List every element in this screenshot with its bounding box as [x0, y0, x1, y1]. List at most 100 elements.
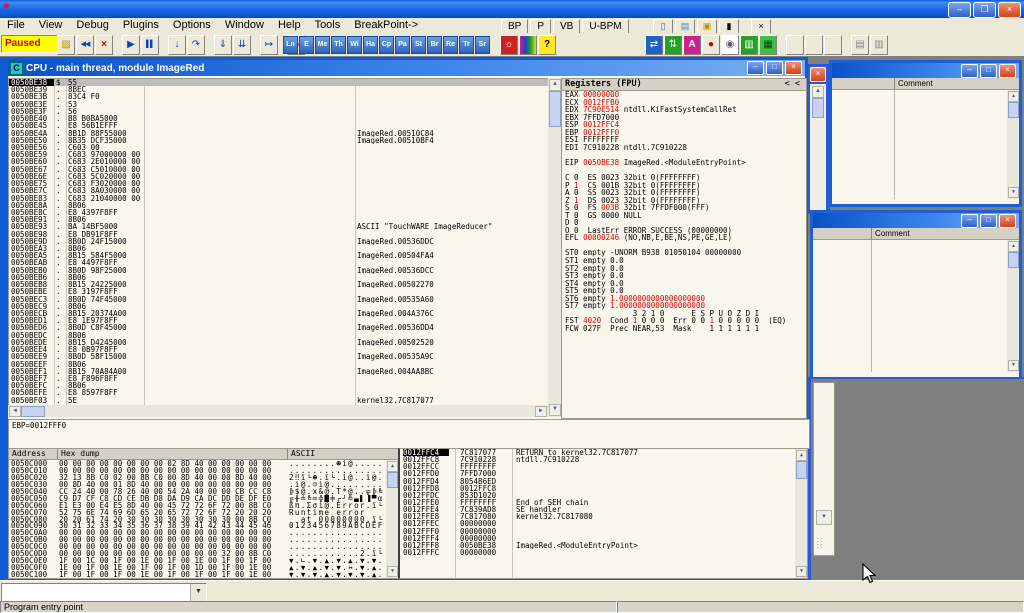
view-button-me[interactable]: Me [315, 36, 330, 54]
disasm-row[interactable]: 0050BEDC.8B06MOV EAX,DWORD PTR DS:[ESI] [9, 332, 549, 339]
disasm-row[interactable]: 0050BE45.E8 56B1EFFFCALL ImageRed.00406F… [9, 122, 549, 129]
swap-icon[interactable]: ⇄ [645, 35, 663, 55]
hex-dump-pane[interactable]: Address Hex dump ASCII 0050C00000 00 00 … [8, 448, 399, 579]
disasm-row[interactable]: 0050BE40.B8 B0BA5000MOV EAX,ImageRed.005… [9, 115, 549, 122]
minimize-icon[interactable]: – [747, 61, 764, 75]
stack-pane[interactable]: 0012FFC47C817077RETURN to kernel32.7C817… [398, 448, 808, 579]
terminal-icon[interactable]: ▮ [719, 19, 739, 34]
disasm-row[interactable]: 0050BE83.C683 21040000 00MOV BYTE PTR DS… [9, 195, 549, 202]
dump-row[interactable]: 0050C0E01F 00 1C 00 1F 00 1E 00 1F 00 1E… [9, 557, 398, 564]
disassembly-vscrollbar[interactable]: ▲ ▼ [548, 78, 561, 417]
disasm-row[interactable]: 0050BEB0.8B0D 98F25000MOV ECX,DWORD PTR … [9, 267, 549, 274]
view-button-re[interactable]: Re [443, 36, 458, 54]
combo-dropdown-icon[interactable]: ▼ [190, 584, 206, 601]
menu-item-file[interactable]: File [0, 18, 32, 33]
disasm-row[interactable]: 0050BE39.8BECMOV EBP,ESP [9, 86, 549, 93]
pause-icon[interactable]: ▌▌ [141, 35, 159, 55]
folder-icon[interactable]: ▣ [697, 19, 717, 34]
maximize-icon[interactable]: □ [980, 214, 997, 228]
disasm-row[interactable]: 0050BE3F.56PUSH ESI [9, 108, 549, 115]
disasm-row[interactable]: 0050BEFE.E8 8597F8FFCALL ImageRed.004956… [9, 389, 549, 396]
hit-trace-icon[interactable]: ▥ [740, 35, 758, 55]
disasm-row[interactable]: 0050BE3B.83C4 F0ADD ESP,-10 [9, 93, 549, 100]
view-button-cp[interactable]: Cp [379, 36, 394, 54]
view-button-tr[interactable]: Tr [459, 36, 474, 54]
dump-row[interactable]: 0050C09030 31 32 33 34 35 36 37 38 39 41… [9, 522, 398, 529]
dump-row[interactable]: 0050C050C9 D7 CF C8 CD CE DB D8 DA D9 CA… [9, 495, 398, 502]
help-icon[interactable]: ? [538, 35, 556, 55]
scroll-down-icon[interactable]: ▼ [816, 510, 832, 525]
stack-row[interactable]: 0012FFCCFFFFFFFF [400, 463, 807, 470]
menu-item-debug[interactable]: Debug [69, 18, 115, 33]
scroll-up-icon[interactable]: ▲ [387, 461, 398, 472]
scroll-thumb[interactable] [387, 472, 398, 488]
scrollbar[interactable]: ▲ [810, 84, 826, 210]
view-button-wi[interactable]: Wi [347, 36, 362, 54]
stack-row[interactable]: 0012FFF80050BE38ImageRed.<ModuleEntryPoi… [400, 542, 807, 549]
menu-item-options[interactable]: Options [166, 18, 218, 33]
mdi-close-icon[interactable]: × [751, 19, 771, 34]
disasm-row[interactable]: 0050BED6.8B0D C8F45000MOV ECX,DWORD PTR … [9, 324, 549, 331]
stack-row[interactable]: 0012FFE47C839AD8SE handler [400, 506, 807, 513]
cpu-window-titlebar[interactable]: C CPU - main thread, module ImageRed – □… [8, 60, 805, 76]
menu-item-view[interactable]: View [32, 18, 70, 33]
column-header[interactable]: Comment [813, 228, 1019, 240]
scroll-down-icon[interactable]: ▼ [387, 566, 398, 577]
disasm-row[interactable]: 0050BE7C.C683 8A030000 00MOV BYTE PTR DS… [9, 187, 549, 194]
disasm-row[interactable]: 0050BEF7.E8 F896F8FFCALL ImageRed.004955… [9, 375, 549, 382]
stack-row[interactable]: 0012FFD07FFD7000 [400, 470, 807, 477]
command-input[interactable] [2, 584, 4, 601]
disasm-row[interactable]: 0050BE98.E8 DB91F8FFCALL ImageRed.004950… [9, 231, 549, 238]
menu-item-plugins[interactable]: Plugins [116, 18, 166, 33]
disasm-row[interactable]: 0050BEB6.8B06MOV EAX,DWORD PTR DS:[ESI] [9, 274, 549, 281]
menu-button-p[interactable]: P [530, 19, 551, 34]
updown-icon[interactable]: ⇅ [664, 35, 682, 55]
disassembly-pane[interactable]: 0050BE38$55PUSH EBP0050BE39.8BECMOV EBP,… [8, 78, 550, 407]
disassembly-hscrollbar[interactable]: ◄ ► [8, 405, 548, 417]
disasm-row[interactable]: 0050BEAB.E8 4497F8FFCALL ImageRed.004955… [9, 259, 549, 266]
breakpoint-icon[interactable]: ● [702, 35, 720, 55]
blank3-icon[interactable] [824, 35, 842, 55]
scroll-down-icon[interactable]: ▼ [549, 404, 561, 416]
till-return-icon[interactable]: ↦ [260, 35, 278, 55]
layout2-icon[interactable]: ▥ [870, 35, 888, 55]
scroll-thumb[interactable] [812, 98, 824, 118]
view-button-ha[interactable]: Ha [363, 36, 378, 54]
stack-row[interactable]: 0012FFE87C817080kernel32.7C817080 [400, 513, 807, 520]
register-line[interactable]: FCW 027F Prec NEAR,53 Mask 1 1 1 1 1 1 [562, 325, 806, 333]
disasm-row[interactable]: 0050BE3E.53PUSH EBX [9, 101, 549, 108]
register-line[interactable]: EIP 0050BE38 ImageRed.<ModuleEntryPoint> [562, 159, 806, 167]
scroll-thumb[interactable] [796, 461, 807, 479]
stack-row[interactable]: 0012FFDC853D1020 [400, 492, 807, 499]
scroll-thumb[interactable] [1008, 102, 1019, 118]
disasm-row[interactable]: 0050BE4A.8B1D 88F55000MOV EBX,DWORD PTR … [9, 130, 549, 137]
close-button[interactable]: × [998, 2, 1021, 18]
disasm-row[interactable]: 0050BE38$55PUSH EBP [9, 79, 549, 86]
disasm-row[interactable]: 0050BE60.C683 2E010000 00MOV BYTE PTR DS… [9, 158, 549, 165]
notepad-icon[interactable]: ▯ [653, 19, 673, 34]
column-header[interactable]: Comment [832, 78, 1019, 90]
side-window-top-titlebar[interactable]: – □ × [832, 63, 1019, 78]
animate-over-icon[interactable]: ⇊ [233, 35, 251, 55]
menu-item-window[interactable]: Window [218, 18, 271, 33]
dump-row[interactable]: 0050C0C000 00 00 00 00 00 00 00 00 00 00… [9, 543, 398, 550]
stack-row[interactable]: 0012FFC47C817077RETURN to kernel32.7C817… [400, 449, 807, 456]
scrollbar[interactable]: ▲ ▼ [1007, 240, 1019, 372]
scroll-left-icon[interactable]: ◄ [9, 406, 21, 417]
scroll-up-icon[interactable]: ▲ [549, 79, 561, 91]
dump-scrollbar[interactable]: ▲ ▼ [386, 460, 398, 578]
restart-icon[interactable]: ◀◀ [76, 35, 94, 55]
side-window-middle-titlebar[interactable]: – □ × [813, 213, 1019, 228]
command-combobox[interactable]: ▼ [1, 583, 207, 602]
scroll-up-icon[interactable]: ▲ [1008, 241, 1019, 252]
view-button-sr[interactable]: Sr [475, 36, 490, 54]
disasm-row[interactable]: 0050BE8C.E8 4397F8FFCALL ImageRed.004955… [9, 209, 549, 216]
layout1-icon[interactable]: ▤ [851, 35, 869, 55]
disasm-row[interactable]: 0050BE9D.8B0D 24F15000MOV ECX,DWORD PTR … [9, 238, 549, 245]
disasm-row[interactable]: 0050BE56.C603 00MOV BYTE PTR DS:[EBX],0 [9, 144, 549, 151]
stack-row[interactable]: 0012FFE0FFFFFFFFEnd of SEH chain [400, 499, 807, 506]
dump-row[interactable]: 0050C01000 00 00 00 00 00 00 00 00 00 00… [9, 467, 398, 474]
blank2-icon[interactable] [805, 35, 823, 55]
close-icon[interactable]: × [999, 214, 1016, 228]
dump-row[interactable]: 0050C08020 20 61 74 20 30 30 30 30 30 30… [9, 516, 398, 523]
